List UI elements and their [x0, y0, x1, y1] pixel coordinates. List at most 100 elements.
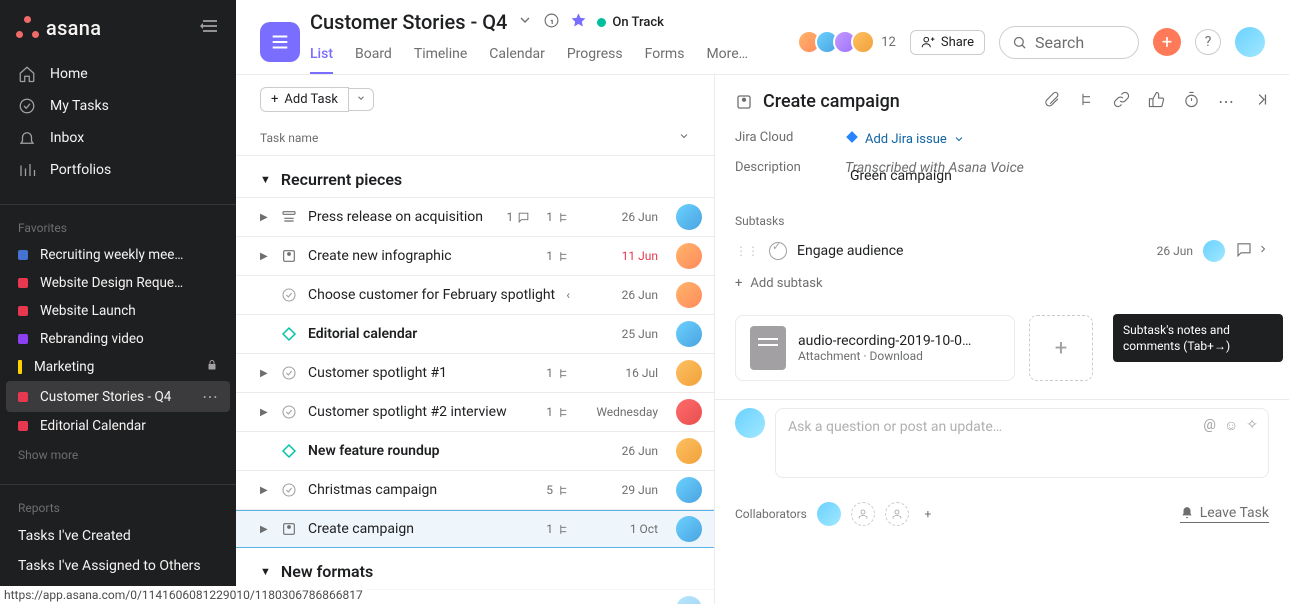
- fav-item-rebranding[interactable]: Rebranding video: [0, 325, 236, 353]
- tab-more[interactable]: More…: [706, 40, 748, 74]
- quick-add-button[interactable]: +: [1153, 28, 1181, 56]
- task-row[interactable]: Choose customer for February spotlight ‹…: [236, 275, 714, 314]
- task-row[interactable]: New feature roundup 26 Jun: [236, 431, 714, 470]
- task-row[interactable]: ▶ Customer spotlight #1 1 16 Jul: [236, 353, 714, 392]
- fav-item-marketing[interactable]: Marketing: [0, 353, 236, 381]
- fav-item-recruiting[interactable]: Recruiting weekly mee…: [0, 241, 236, 269]
- fav-item-website-design[interactable]: Website Design Reque…: [0, 269, 236, 297]
- task-row[interactable]: ▶ Create campaign 1 1 Oct: [236, 509, 714, 548]
- task-row[interactable]: ▶ Create new infographic 1 11 Jun: [236, 236, 714, 275]
- item-menu-icon[interactable]: ⋯: [202, 387, 218, 406]
- add-subtask-button[interactable]: + Add subtask: [715, 268, 1289, 305]
- task-check-icon[interactable]: [280, 481, 298, 499]
- timer-icon[interactable]: [1183, 91, 1200, 112]
- milestone-icon[interactable]: [280, 325, 298, 343]
- assignee-avatar[interactable]: [676, 596, 702, 604]
- expand-icon[interactable]: ▶: [260, 524, 270, 535]
- task-row[interactable]: ▶ Christmas campaign 5 29 Jun: [236, 470, 714, 509]
- project-title[interactable]: Customer Stories - Q4: [310, 10, 507, 34]
- help-button[interactable]: ?: [1195, 29, 1221, 55]
- section-new-formats[interactable]: ▼ New formats: [236, 548, 714, 589]
- assignee-avatar[interactable]: [676, 321, 702, 347]
- report-created[interactable]: Tasks I've Created: [0, 521, 236, 551]
- col-caret-icon[interactable]: [678, 130, 690, 145]
- drag-handle-icon[interactable]: ⋮⋮: [735, 244, 759, 258]
- task-check-icon[interactable]: [280, 286, 298, 304]
- subtask-row[interactable]: ⋮⋮ Engage audience 26 Jun: [715, 234, 1289, 268]
- add-jira-link[interactable]: Add Jira issue: [865, 132, 965, 147]
- assignee-avatar[interactable]: [676, 438, 702, 464]
- assignee-avatar[interactable]: [676, 204, 702, 230]
- milestone-icon[interactable]: [280, 442, 298, 460]
- task-row[interactable]: ▶ Press release on acquisition 1 1 26 Ju…: [236, 197, 714, 236]
- assignee-avatar[interactable]: [676, 477, 702, 503]
- profile-avatar[interactable]: [1235, 27, 1265, 57]
- nav-inbox[interactable]: Inbox: [0, 122, 236, 154]
- star-outline-icon[interactable]: ✧: [1246, 417, 1258, 434]
- search-input[interactable]: Search: [999, 26, 1139, 59]
- report-assigned[interactable]: Tasks I've Assigned to Others: [0, 551, 236, 581]
- add-collaborator-icon[interactable]: +: [919, 505, 937, 523]
- subtasks-icon[interactable]: [1078, 91, 1095, 112]
- add-task-button[interactable]: + Add Task: [260, 87, 349, 112]
- status-pill[interactable]: On Track: [597, 15, 664, 30]
- tab-list[interactable]: List: [310, 40, 333, 74]
- assignee-avatar[interactable]: [676, 516, 702, 542]
- share-button[interactable]: Share: [910, 30, 985, 55]
- fav-item-editorial[interactable]: Editorial Calendar: [0, 412, 236, 440]
- more-icon[interactable]: ⋯: [1218, 92, 1234, 111]
- tab-calendar[interactable]: Calendar: [489, 40, 545, 74]
- chevron-down-icon[interactable]: [517, 12, 533, 32]
- collaborator-placeholder[interactable]: [851, 502, 875, 526]
- star-icon[interactable]: [570, 12, 587, 33]
- fav-item-customer-stories[interactable]: Customer Stories - Q4⋯: [6, 381, 230, 412]
- tab-progress[interactable]: Progress: [567, 40, 623, 74]
- attach-icon[interactable]: [1043, 91, 1060, 112]
- task-row[interactable]: ▶ Customer spotlight #2 interview 1 Wedn…: [236, 392, 714, 431]
- expand-icon[interactable]: ▶: [260, 407, 270, 418]
- mention-icon[interactable]: @: [1203, 417, 1216, 434]
- show-more-link[interactable]: Show more: [0, 440, 236, 478]
- nav-my-tasks[interactable]: My Tasks: [0, 90, 236, 122]
- close-pane-icon[interactable]: [1252, 91, 1269, 112]
- subtask-check-icon[interactable]: [769, 242, 787, 260]
- fav-item-website-launch[interactable]: Website Launch: [0, 297, 236, 325]
- nav-home[interactable]: Home: [0, 58, 236, 90]
- add-attachment-button[interactable]: +: [1029, 315, 1093, 381]
- expand-icon[interactable]: ▶: [260, 368, 270, 379]
- collaborator-avatar[interactable]: [817, 502, 841, 526]
- assignee-avatar[interactable]: [676, 399, 702, 425]
- tab-forms[interactable]: Forms: [645, 40, 685, 74]
- nav-portfolios[interactable]: Portfolios: [0, 154, 236, 186]
- task-row[interactable]: Editorial calendar 25 Jun: [236, 314, 714, 353]
- subtask-avatar[interactable]: [1203, 240, 1225, 262]
- info-icon[interactable]: [543, 12, 560, 33]
- task-check-icon[interactable]: [280, 364, 298, 382]
- section-recurrent[interactable]: ▼ Recurrent pieces: [236, 156, 714, 197]
- leave-task-button[interactable]: Leave Task: [1180, 505, 1269, 523]
- subtask-expand-icon[interactable]: [1257, 240, 1269, 262]
- description-body[interactable]: Green campaign: [715, 158, 1289, 202]
- collapse-sidebar-icon[interactable]: [200, 18, 220, 38]
- attachment-card[interactable]: audio-recording-2019-10-0… Attachment · …: [735, 315, 1015, 381]
- tab-timeline[interactable]: Timeline: [414, 40, 467, 74]
- comment-input[interactable]: Ask a question or post an update… @ ☺ ✧: [775, 408, 1269, 478]
- task-check-icon[interactable]: [280, 403, 298, 421]
- project-icon[interactable]: [260, 22, 300, 62]
- expand-icon[interactable]: ▶: [260, 212, 270, 223]
- assignee-avatar[interactable]: [676, 243, 702, 269]
- detail-task-title[interactable]: Create campaign: [763, 91, 1033, 112]
- members-avatars[interactable]: 12: [803, 30, 896, 54]
- subtask-details-icon[interactable]: [1235, 240, 1253, 262]
- collaborator-placeholder[interactable]: [885, 502, 909, 526]
- assignee-avatar[interactable]: [676, 282, 702, 308]
- emoji-icon[interactable]: ☺: [1224, 417, 1238, 434]
- subtask-date[interactable]: 26 Jun: [1157, 244, 1193, 258]
- tab-board[interactable]: Board: [355, 40, 392, 74]
- col-task-name[interactable]: Task name: [260, 131, 318, 145]
- expand-icon[interactable]: ▶: [260, 485, 270, 496]
- assignee-avatar[interactable]: [676, 360, 702, 386]
- expand-icon[interactable]: ▶: [260, 251, 270, 262]
- link-icon[interactable]: [1113, 91, 1130, 112]
- add-task-caret[interactable]: [349, 88, 374, 111]
